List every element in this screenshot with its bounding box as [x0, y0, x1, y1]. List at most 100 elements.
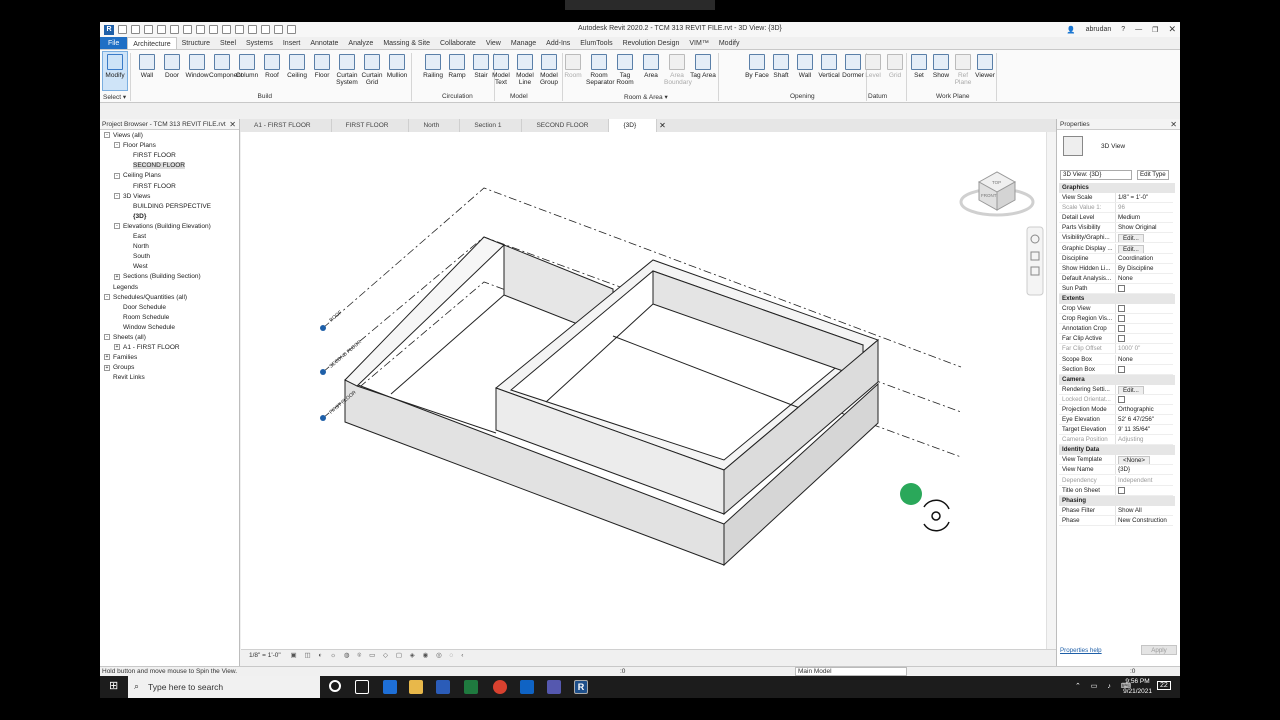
tree-item[interactable]: - Sheets (all) [104, 333, 146, 343]
tab-analyze[interactable]: Analyze [343, 37, 378, 49]
build-mullion-button[interactable]: Mullion [384, 54, 410, 79]
tree-item[interactable]: -3D Views [114, 192, 150, 202]
room_area-tag-room-button[interactable]: Tag Room [612, 54, 638, 86]
checkbox[interactable] [1118, 305, 1125, 312]
checkbox[interactable] [1118, 335, 1125, 343]
edge-icon[interactable] [383, 680, 397, 694]
property-value[interactable]: Show Original [1115, 223, 1173, 233]
help-icon[interactable]: ? [1121, 26, 1125, 33]
user-name[interactable]: abrudan [1086, 26, 1112, 33]
tab-structure[interactable]: Structure [177, 37, 215, 49]
work_plane-viewer-button[interactable]: Viewer [972, 54, 998, 79]
datum-grid-button[interactable]: Grid [882, 54, 908, 79]
save-icon[interactable] [131, 24, 140, 34]
text-icon[interactable] [222, 24, 231, 34]
room_area-tag-area-button[interactable]: Tag Area [690, 54, 716, 79]
measure-icon[interactable] [196, 24, 205, 34]
tree-item[interactable]: - Views (all) [104, 131, 143, 141]
type-selector-label[interactable]: 3D View [1101, 143, 1125, 150]
property-value[interactable]: Edit... [1115, 384, 1173, 394]
3d-viewport[interactable]: ROOF SECOND FLOOR FIRST FLOOR TOP FRONT [241, 132, 1056, 653]
properties-help-link[interactable]: Properties help [1060, 647, 1102, 654]
taskbar-clock[interactable]: 9:56 PM 9/21/2021 [1123, 677, 1152, 697]
property-row[interactable]: Far Clip Active [1059, 334, 1173, 345]
tree-item[interactable]: Legends [104, 283, 138, 293]
property-value[interactable] [1115, 394, 1173, 404]
close-tab-icon[interactable]: ✕ [659, 119, 666, 132]
checkbox[interactable] [1118, 315, 1125, 323]
tab-massing-site[interactable]: Massing & Site [378, 37, 435, 49]
tree-item[interactable]: {3D} [124, 212, 146, 222]
tree-item[interactable]: North [124, 242, 149, 252]
tree-item[interactable]: FIRST FLOOR [124, 182, 176, 192]
switch-windows-icon[interactable] [287, 24, 296, 34]
property-value[interactable] [1115, 314, 1173, 324]
close-button[interactable]: ✕ [1168, 24, 1176, 35]
property-value[interactable] [1115, 485, 1173, 495]
circulation-ramp-button[interactable]: Ramp [444, 54, 470, 79]
property-row[interactable]: Eye Elevation 52' 6 47/256" [1059, 415, 1173, 425]
expand-icon[interactable]: + [104, 364, 110, 371]
property-row[interactable]: Crop View [1059, 304, 1173, 314]
collapse-icon[interactable]: - [104, 334, 110, 341]
property-row[interactable]: Rendering Setti... Edit... [1059, 384, 1173, 395]
build-roof-button[interactable]: Roof [259, 54, 285, 79]
build-panel-label[interactable]: Build [258, 93, 272, 100]
edit-button[interactable]: <None> [1118, 456, 1151, 465]
thin-lines-icon[interactable] [261, 24, 270, 34]
cortana-icon[interactable] [329, 680, 341, 692]
property-value[interactable]: None [1115, 273, 1173, 283]
model-model-line-button[interactable]: Model Line [512, 54, 538, 86]
property-value[interactable]: 9' 11 35/64" [1115, 425, 1173, 435]
properties-section-header[interactable]: Phasing [1059, 495, 1175, 506]
build-door-button[interactable]: Door [159, 54, 185, 79]
property-value[interactable]: Show All [1115, 505, 1173, 515]
property-value[interactable] [1115, 334, 1173, 344]
expand-icon[interactable]: + [104, 354, 110, 361]
model-model-text-button[interactable]: Model Text [488, 54, 514, 86]
redo-icon[interactable] [170, 24, 179, 34]
tab-revolution-design[interactable]: Revolution Design [618, 37, 685, 49]
view-control-icons[interactable]: ▣ ◫ ◐ ☼ ◍ ⌾ ▭ ◇ ▢ ◈ ◉ ◎ ◌ ‹ [291, 652, 467, 659]
property-value[interactable]: Edit... [1115, 233, 1173, 243]
property-row[interactable]: View Scale 1/8" = 1'-0" [1059, 193, 1173, 203]
edit-type-button[interactable]: Edit Type [1137, 170, 1169, 180]
property-row[interactable]: Scale Value 1: 96 [1059, 203, 1173, 214]
opening-vertical-button[interactable]: Vertical [816, 54, 842, 79]
chrome-icon[interactable] [493, 680, 507, 694]
tree-item[interactable]: SECOND FLOOR [124, 161, 186, 171]
tab-elumtools[interactable]: ElumTools [575, 37, 617, 49]
property-row[interactable]: View Template <None> [1059, 455, 1173, 466]
notification-badge[interactable]: 22 [1157, 681, 1171, 690]
tree-item[interactable]: - Ceiling Plans [114, 171, 161, 181]
property-value[interactable]: Edit... [1115, 243, 1173, 253]
tab-view[interactable]: View [481, 37, 506, 49]
collapse-icon[interactable]: - [114, 172, 120, 179]
tree-item[interactable]: Door Schedule [114, 303, 166, 313]
collapse-icon[interactable]: - [114, 192, 120, 199]
tab-add-ins[interactable]: Add-Ins [541, 37, 575, 49]
property-row[interactable]: Target Elevation 9' 11 35/64" [1059, 425, 1173, 436]
property-row[interactable]: Phase New Construction [1059, 515, 1173, 526]
property-row[interactable]: Graphic Display ... Edit... [1059, 243, 1173, 254]
view-tab[interactable]: Section 1 [460, 119, 523, 132]
build-window-button[interactable]: Window [184, 54, 210, 79]
collapse-icon[interactable]: - [114, 223, 120, 230]
view-tab[interactable]: FIRST FLOOR [332, 119, 410, 132]
apply-button[interactable]: Apply [1141, 645, 1177, 655]
second-floor-level-head[interactable] [320, 369, 326, 375]
excel-icon[interactable] [464, 680, 478, 694]
tab-annotate[interactable]: Annotate [305, 37, 343, 49]
property-row[interactable]: Parts Visibility Show Original [1059, 223, 1173, 234]
word-icon[interactable] [436, 680, 450, 694]
roof-level-head[interactable] [320, 325, 326, 331]
tree-item[interactable]: + A1 - FIRST FLOOR [114, 343, 180, 353]
property-row[interactable]: Crop Region Vis... [1059, 314, 1173, 325]
checkbox[interactable] [1118, 365, 1125, 373]
checkbox[interactable] [1118, 325, 1125, 333]
properties-section-header[interactable]: Identity Data [1059, 445, 1175, 456]
checkbox[interactable] [1118, 486, 1125, 494]
user-icon[interactable]: 👤 [1067, 26, 1076, 34]
property-row[interactable]: Locked Orientat... [1059, 394, 1173, 405]
property-row[interactable]: Default Analysis... None [1059, 273, 1173, 284]
